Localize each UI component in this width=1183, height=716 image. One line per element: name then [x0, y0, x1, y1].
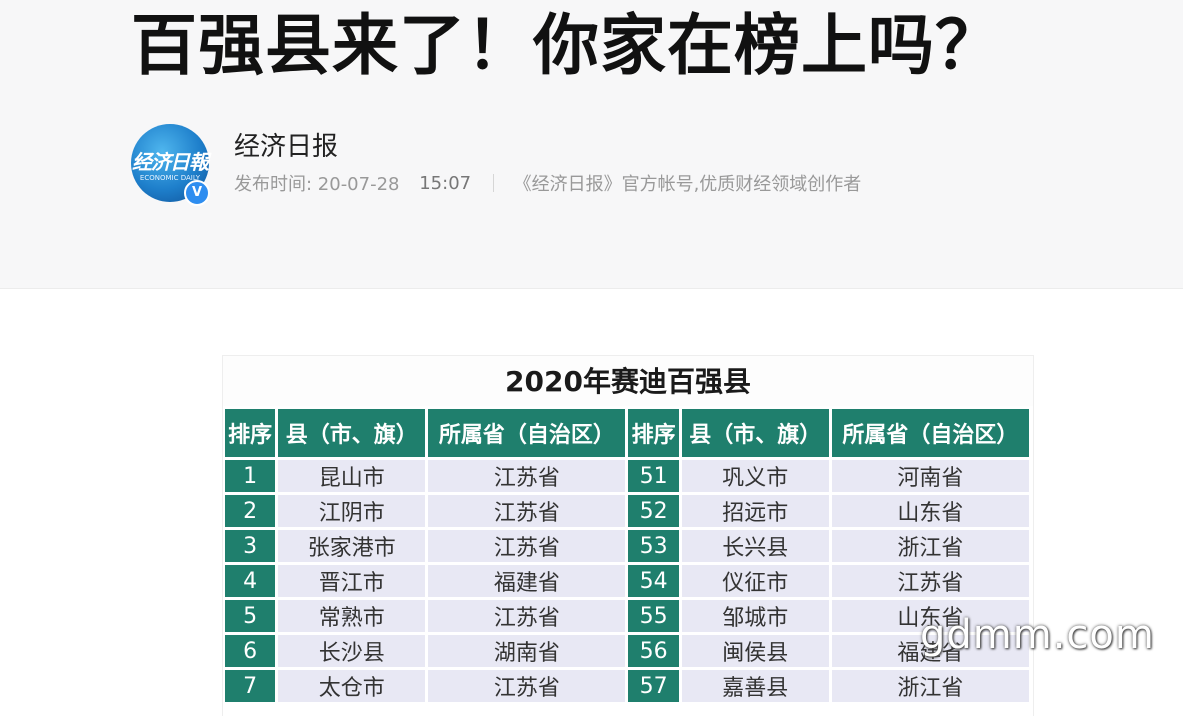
header-county: 县（市、旗） [278, 409, 426, 457]
county-cell: 巩义市 [681, 460, 829, 492]
author-name[interactable]: 经济日报 [234, 126, 338, 163]
ranking-figure: 2020年赛迪百强县 排序 县（市、旗） 所属省（自治区） 排序 县（市、旗） … [223, 356, 1033, 716]
county-cell: 仪征市 [681, 565, 829, 597]
province-cell: 浙江省 [831, 670, 1029, 702]
publish-date: 发布时间: 20-07-28 [234, 174, 400, 195]
county-cell: 招远市 [681, 495, 829, 527]
county-cell: 邹城市 [681, 600, 829, 632]
county-cell: 晋江市 [278, 565, 426, 597]
rank-cell: 7 [225, 670, 276, 702]
table-row: 3 张家港市 江苏省 53 长兴县 浙江省 [225, 530, 1029, 562]
province-cell: 江苏省 [428, 670, 626, 702]
rank-cell: 56 [628, 635, 679, 667]
county-cell: 长沙县 [278, 635, 426, 667]
province-cell: 江苏省 [428, 600, 626, 632]
rank-cell: 54 [628, 565, 679, 597]
county-cell: 嘉善县 [681, 670, 829, 702]
header-rank: 排序 [225, 409, 276, 457]
table-row: 4 晋江市 福建省 54 仪征市 江苏省 [225, 565, 1029, 597]
province-cell: 江苏省 [428, 530, 626, 562]
table-row: 6 长沙县 湖南省 56 闽侯县 福建省 [225, 635, 1029, 667]
site-watermark: gdmm.com [920, 612, 1155, 658]
rank-cell: 3 [225, 530, 276, 562]
header-county: 县（市、旗） [681, 409, 829, 457]
rank-cell: 6 [225, 635, 276, 667]
rank-cell: 1 [225, 460, 276, 492]
author-description: 《经济日报》官方帐号,优质财经领域创作者 [513, 174, 862, 195]
header-province: 所属省（自治区） [428, 409, 626, 457]
rank-cell: 57 [628, 670, 679, 702]
county-cell: 昆山市 [278, 460, 426, 492]
county-cell: 长兴县 [681, 530, 829, 562]
province-cell: 山东省 [831, 495, 1029, 527]
article-header: 百强县来了！你家在榜上吗？ 经济日報 ECONOMIC DAILY V 经济日报… [0, 0, 1183, 289]
article-meta: 发布时间: 20-07-28 15:07 《经济日报》官方帐号,优质财经领域创作… [234, 170, 861, 196]
province-cell: 福建省 [428, 565, 626, 597]
publish-time: 15:07 [419, 172, 472, 194]
verified-badge-icon: V [184, 180, 210, 206]
province-cell: 河南省 [831, 460, 1029, 492]
county-cell: 张家港市 [278, 530, 426, 562]
avatar-logo-text: 经济日報 [132, 150, 209, 174]
rank-cell: 51 [628, 460, 679, 492]
header-rank: 排序 [628, 409, 679, 457]
province-cell: 江苏省 [428, 460, 626, 492]
county-cell: 太仓市 [278, 670, 426, 702]
rank-cell: 4 [225, 565, 276, 597]
meta-divider [492, 174, 494, 192]
table-header-row: 排序 县（市、旗） 所属省（自治区） 排序 县（市、旗） 所属省（自治区） [225, 409, 1029, 457]
figure-title: 2020年赛迪百强县 [223, 356, 1033, 406]
rank-cell: 52 [628, 495, 679, 527]
rank-cell: 5 [225, 600, 276, 632]
table-row: 5 常熟市 江苏省 55 邹城市 山东省 [225, 600, 1029, 632]
table-row: 2 江阴市 江苏省 52 招远市 山东省 [225, 495, 1029, 527]
rank-cell: 2 [225, 495, 276, 527]
ranking-table: 排序 县（市、旗） 所属省（自治区） 排序 县（市、旗） 所属省（自治区） 1 … [223, 406, 1032, 705]
rank-cell: 53 [628, 530, 679, 562]
province-cell: 湖南省 [428, 635, 626, 667]
rank-cell: 55 [628, 600, 679, 632]
province-cell: 江苏省 [428, 495, 626, 527]
county-cell: 闽侯县 [681, 635, 829, 667]
table-row: 7 太仓市 江苏省 57 嘉善县 浙江省 [225, 670, 1029, 702]
province-cell: 浙江省 [831, 530, 1029, 562]
table-row: 1 昆山市 江苏省 51 巩义市 河南省 [225, 460, 1029, 492]
county-cell: 常熟市 [278, 600, 426, 632]
article-title: 百强县来了！你家在榜上吗？ [131, 7, 1002, 84]
province-cell: 江苏省 [831, 565, 1029, 597]
header-province: 所属省（自治区） [831, 409, 1029, 457]
county-cell: 江阴市 [278, 495, 426, 527]
